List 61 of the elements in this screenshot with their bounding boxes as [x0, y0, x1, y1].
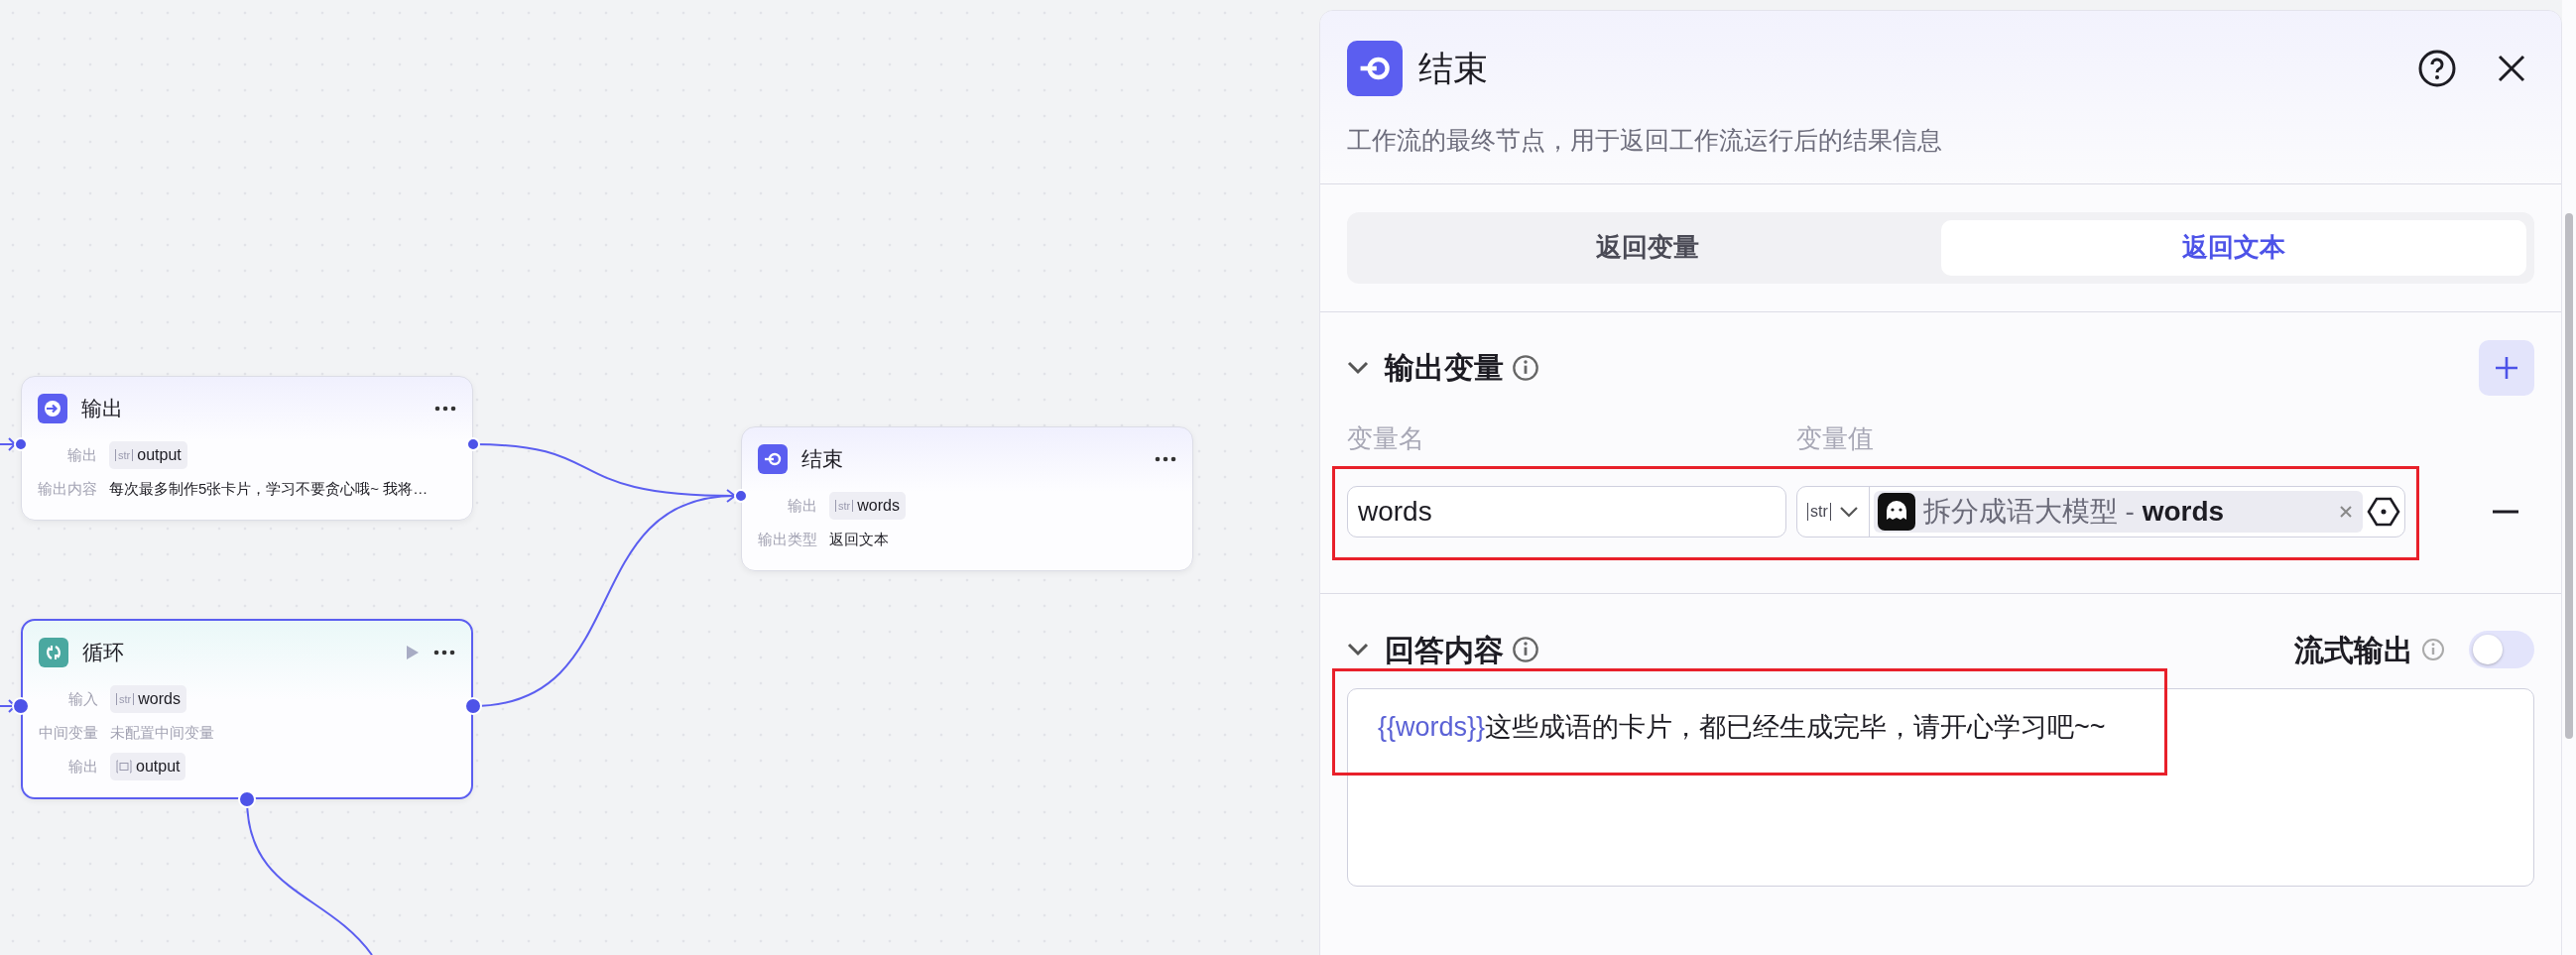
field-value: 每次最多制作5张卡片，学习不要贪心哦~ 我将…	[109, 478, 429, 499]
add-button[interactable]	[2479, 339, 2534, 396]
chevron-icon[interactable]	[1347, 360, 1369, 375]
connection-port	[734, 489, 748, 503]
more-icon[interactable]	[1155, 456, 1176, 462]
column-header: 变量名	[1347, 421, 1425, 455]
tab[interactable]: 返回文本	[1940, 219, 2526, 276]
more-icon[interactable]	[433, 650, 455, 656]
connection-port	[464, 697, 482, 715]
connection-port	[466, 437, 480, 451]
connector-line	[0, 437, 17, 451]
node-title: 循环	[82, 640, 125, 666]
section-title: 输出变量	[1385, 350, 1504, 386]
panel-description: 工作流的最终节点，用于返回工作流运行后的结果信息	[1347, 125, 1943, 156]
workflow-node[interactable]: 输出 输出 str output 输出内容 每次最多制作5张卡片，学习不要贪心哦~ 我将…	[21, 376, 473, 521]
variable-tag: output	[110, 753, 186, 780]
variable-tag: str output	[109, 441, 187, 469]
field-value: 返回文本	[829, 529, 889, 549]
node-title: 结束	[801, 446, 844, 473]
variable-tag: str words	[829, 492, 906, 520]
plus-icon	[2494, 354, 2519, 381]
chevron-icon	[1838, 505, 1859, 518]
workflow-node[interactable]: 结束 输出 str words 输出类型 返回文本	[741, 426, 1193, 571]
field-label: 输出	[67, 756, 98, 776]
tab[interactable]: 返回变量	[1355, 219, 1941, 276]
field-label: 输出	[66, 444, 97, 465]
cycle-icon	[39, 638, 68, 667]
info-icon	[1512, 636, 1539, 663]
info-icon	[1512, 353, 1539, 382]
connection-port	[238, 790, 256, 808]
variable-reference[interactable]: 拆分成语大模型 - words	[1873, 490, 2363, 533]
more-icon[interactable]	[434, 406, 456, 412]
connection-port	[14, 437, 28, 451]
reference-text: 拆分成语大模型 - words	[1922, 494, 2226, 529]
stream-label: 流式输出	[2294, 632, 2413, 668]
answer-field[interactable]: {{words}}这些成语的卡片，都已经生成完毕，请开心学习吧~~	[1347, 687, 2534, 887]
array-icon	[116, 760, 132, 774]
scrollbar[interactable]	[2565, 213, 2573, 739]
ghost-icon	[1877, 492, 1915, 531]
node-title: 输出	[81, 396, 124, 422]
workflow-node[interactable]: 循环 输入 str words 中间变量 未配置中间变量 输出 output	[21, 619, 473, 799]
field-label: 中间变量	[39, 722, 98, 743]
section-title: 回答内容	[1385, 632, 1504, 668]
field-label: 输出	[787, 495, 817, 516]
minus-icon[interactable]	[2493, 509, 2518, 514]
close-icon[interactable]	[2497, 54, 2526, 83]
connection-port	[12, 697, 30, 715]
help-icon[interactable]	[2417, 49, 2457, 88]
clear-icon[interactable]	[2339, 504, 2353, 519]
column-header: 变量值	[1796, 421, 1874, 455]
info-icon	[2421, 638, 2445, 661]
chevron-icon[interactable]	[1347, 643, 1369, 657]
toggle-switch[interactable]	[2469, 631, 2534, 668]
type-select[interactable]: str	[1797, 486, 1870, 537]
name-input[interactable]: words	[1347, 485, 1786, 537]
field-label: 输出内容	[38, 478, 97, 499]
variable-tag: str words	[110, 685, 186, 713]
field-label: 输入	[67, 688, 98, 709]
panel-title: 结束	[1418, 47, 1489, 89]
field-label: 输出类型	[758, 529, 817, 549]
field-value: 未配置中间变量	[110, 722, 214, 743]
